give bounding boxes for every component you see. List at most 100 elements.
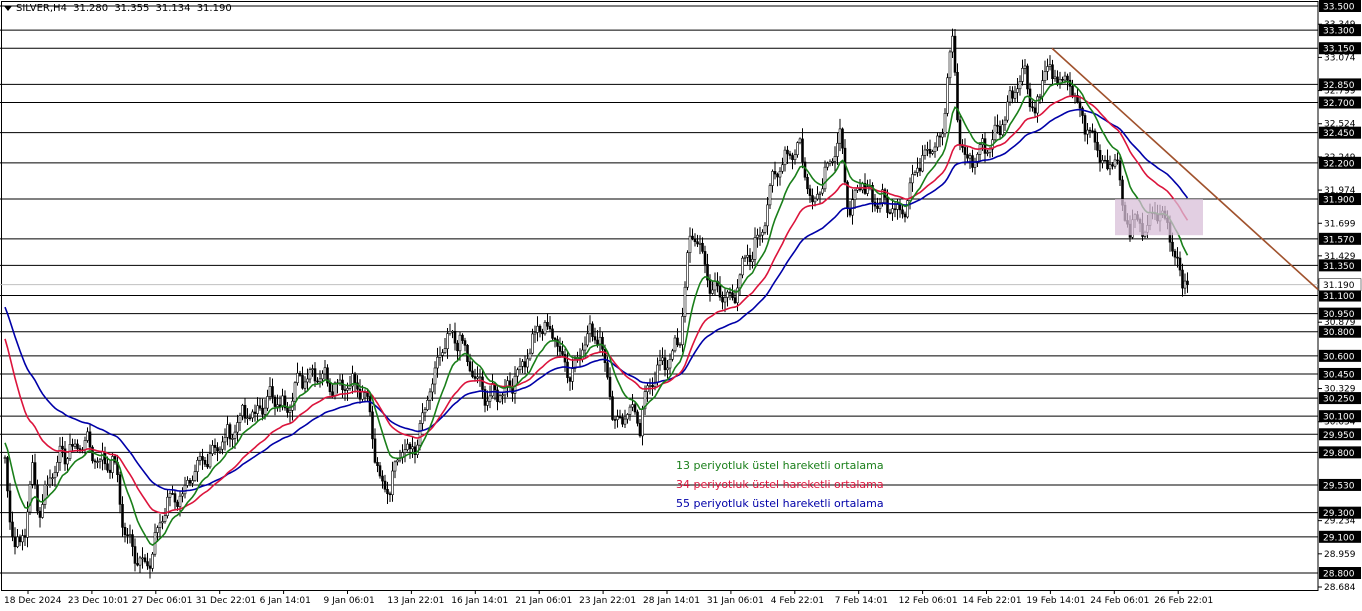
candle-body (183, 485, 187, 495)
candle-body (168, 493, 172, 498)
candle-body (921, 155, 924, 172)
y-tick-label: 33.074 (1324, 53, 1356, 63)
candle-body (426, 399, 429, 410)
candle-body (688, 235, 692, 253)
level-label: 30.800 (1323, 328, 1355, 338)
candle-body (806, 176, 809, 190)
candle-body (293, 382, 297, 402)
candle-body (211, 445, 214, 455)
candle-body (231, 438, 234, 440)
candle-body (461, 334, 464, 341)
candle-body (161, 521, 164, 524)
level-label: 31.900 (1323, 196, 1355, 206)
candle-body (178, 495, 182, 507)
candle-body (931, 151, 934, 154)
candle-body (1106, 159, 1109, 170)
candle-body (518, 365, 522, 371)
candle-body (1118, 160, 1122, 181)
level-label: 31.100 (1323, 292, 1355, 302)
candle-body (208, 453, 212, 468)
candle-body (138, 557, 142, 566)
candle-body (1098, 150, 1102, 164)
x-tick-label: 4 Feb 22:01 (771, 596, 824, 606)
candle-body (131, 534, 134, 547)
candle-body (548, 325, 552, 330)
candle-body (196, 460, 199, 472)
candle-body (236, 422, 239, 433)
candle-body (956, 72, 959, 121)
candle-body (1171, 241, 1174, 252)
candle-body (1078, 101, 1082, 109)
candle-body (88, 431, 92, 448)
candle-body (561, 351, 564, 355)
candle-body (853, 189, 857, 200)
candle-body (721, 296, 724, 303)
candle-body (448, 331, 452, 334)
candle-body (261, 407, 264, 415)
candle-body (253, 411, 257, 414)
candle-body (738, 274, 742, 289)
candle-body (521, 361, 524, 367)
candle-body (831, 160, 834, 163)
candle-body (13, 536, 17, 548)
candle-body (271, 386, 274, 398)
candle-body (628, 406, 632, 415)
candle-body (1116, 159, 1119, 162)
level-label: 31.570 (1323, 235, 1355, 245)
candle-body (471, 370, 474, 377)
candle-body (546, 322, 549, 327)
candle-body (946, 77, 949, 114)
candle-body (476, 376, 479, 379)
candle-body (1061, 79, 1064, 81)
level-label: 30.600 (1323, 352, 1355, 362)
candle-body (966, 154, 969, 159)
candle-body (46, 484, 49, 486)
candle-body (1053, 76, 1057, 80)
candle-body (133, 546, 137, 564)
candle-body (318, 378, 322, 382)
candle-body (816, 193, 819, 200)
candle-body (163, 515, 167, 522)
candle-body (618, 416, 622, 418)
candle-body (631, 404, 634, 408)
candle-body (811, 195, 814, 203)
candle-body (266, 396, 269, 409)
candle-body (188, 480, 192, 484)
candle-body (591, 323, 594, 337)
candle-body (23, 535, 27, 538)
x-tick-label: 24 Feb 06:01 (1090, 596, 1149, 606)
x-tick-label: 14 Feb 22:01 (963, 596, 1022, 606)
candle-body (671, 350, 674, 360)
candle-body (436, 356, 439, 369)
candle-body (583, 344, 587, 351)
candle-body (536, 325, 539, 333)
candle-body (523, 361, 527, 368)
candle-body (308, 369, 312, 380)
candle-body (33, 462, 37, 485)
x-tick-label: 6 Jan 14:01 (260, 596, 311, 606)
candles-group (3, 28, 1189, 579)
candle-body (621, 416, 624, 425)
candle-body (61, 445, 64, 450)
candle-body (371, 411, 374, 440)
candle-body (678, 344, 682, 346)
candle-body (118, 474, 122, 505)
legend-ema13: 13 periyotluk üstel hareketli ortalama (676, 459, 884, 472)
candle-body (286, 407, 289, 413)
candle-body (296, 372, 299, 384)
candle-body (616, 416, 619, 420)
candle-body (1066, 75, 1069, 81)
candle-body (948, 51, 952, 79)
candle-body (56, 462, 59, 473)
x-tick-label: 31 Dec 22:01 (196, 596, 257, 606)
chart-area[interactable]: SILVER,H4 31.280 31.355 31.134 31.190 33… (0, 0, 1362, 611)
candle-body (818, 192, 822, 195)
candle-body (421, 412, 424, 424)
candle-body (158, 522, 162, 528)
candle-body (926, 148, 929, 151)
candle-body (141, 557, 144, 560)
level-label: 29.300 (1323, 509, 1355, 519)
candle-body (781, 164, 784, 172)
x-tick-label: 18 Dec 2024 (4, 596, 62, 606)
candle-body (31, 462, 34, 485)
